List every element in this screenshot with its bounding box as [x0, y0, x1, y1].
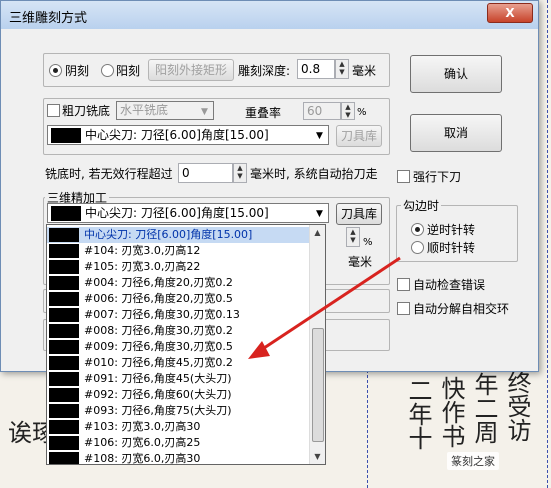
arrow-head: [248, 341, 270, 359]
annotation-arrow: [248, 256, 401, 359]
watermark: 篆刻之家: [447, 452, 499, 470]
arrow-shaft: [257, 256, 401, 354]
